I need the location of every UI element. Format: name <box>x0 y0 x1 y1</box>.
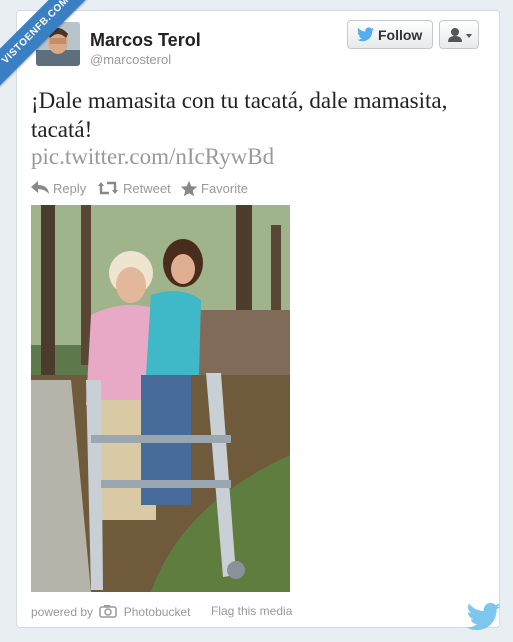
photobucket-link[interactable]: Photobucket <box>124 605 191 619</box>
favorite-label: Favorite <box>201 181 248 196</box>
chevron-down-icon <box>466 34 472 38</box>
reply-icon <box>31 181 49 194</box>
flag-media-link[interactable]: Flag this media <box>211 604 292 618</box>
person-icon <box>448 28 472 42</box>
powered-by: powered by Photobucket <box>31 604 190 619</box>
camera-icon <box>99 605 118 618</box>
twitter-bird-icon <box>466 602 501 631</box>
user-handle[interactable]: @marcosterol <box>90 52 171 67</box>
photo-image <box>31 205 290 592</box>
tweet-media-photo[interactable] <box>31 205 290 592</box>
media-link[interactable]: pic.twitter.com/nIcRywBd <box>31 144 274 170</box>
twitter-bird-icon <box>357 27 374 42</box>
follow-button[interactable]: Follow <box>347 20 433 49</box>
user-actions-dropdown[interactable] <box>439 20 479 49</box>
user-name[interactable]: Marcos Terol <box>90 30 201 51</box>
star-icon <box>180 180 198 197</box>
powered-by-label: powered by <box>31 605 94 619</box>
retweet-icon <box>98 181 118 195</box>
tweet-text: ¡Dale mamasita con tu tacatá, dale mamas… <box>31 88 448 142</box>
retweet-label: Retweet <box>123 181 171 196</box>
reply-label: Reply <box>53 181 87 196</box>
follow-label: Follow <box>378 27 423 43</box>
